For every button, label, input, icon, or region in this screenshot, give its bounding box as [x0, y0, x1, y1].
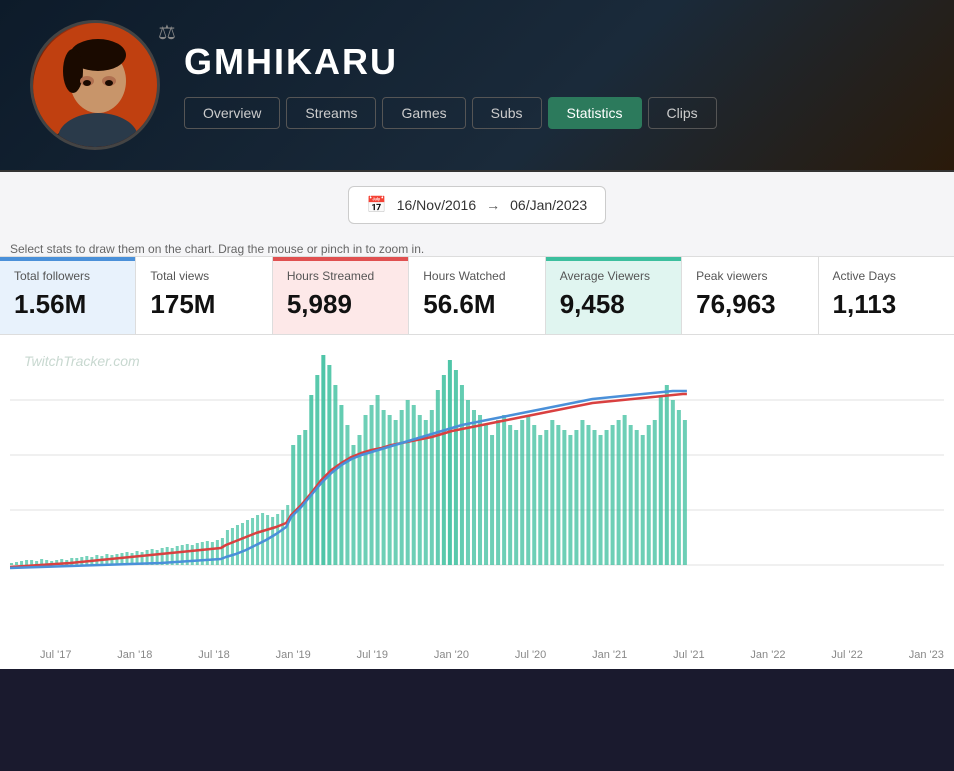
stat-value-hours-watched: 56.6M: [423, 289, 530, 320]
stat-hours-streamed[interactable]: Hours Streamed 5,989: [273, 257, 409, 334]
stat-peak-viewers[interactable]: Peak viewers 76,963: [682, 257, 818, 334]
stat-value-followers: 1.56M: [14, 289, 121, 320]
tab-games[interactable]: Games: [382, 97, 465, 129]
x-label-0: Jul '17: [40, 649, 71, 661]
channel-name: GMHIKARU: [184, 41, 717, 83]
x-label-8: Jul '21: [673, 649, 704, 661]
nav-tabs: Overview Streams Games Subs Statistics C…: [184, 97, 717, 129]
stat-value-views: 175M: [150, 289, 257, 320]
stat-total-followers[interactable]: Total followers 1.56M: [0, 257, 136, 334]
stat-value-hours-streamed: 5,989: [287, 289, 394, 320]
header: ⚖ GMHIKARU Overview Streams Games: [0, 0, 954, 172]
stat-hours-watched[interactable]: Hours Watched 56.6M: [409, 257, 545, 334]
date-start: 16/Nov/2016: [397, 197, 476, 213]
x-label-3: Jan '19: [276, 649, 311, 661]
stat-value-avg-viewers: 9,458: [560, 289, 667, 320]
x-label-7: Jan '21: [592, 649, 627, 661]
stat-label-active-days: Active Days: [833, 269, 940, 283]
x-label-10: Jul '22: [831, 649, 862, 661]
scale-icon: ⚖: [158, 20, 176, 45]
date-end: 06/Jan/2023: [510, 197, 587, 213]
tab-statistics[interactable]: Statistics: [548, 97, 642, 129]
stats-hint: Select stats to draw them on the chart. …: [0, 238, 954, 256]
chart-area: TwitchTracker.com: [0, 335, 954, 645]
stat-label-followers: Total followers: [14, 269, 121, 283]
hint-text: Select stats to draw them on the chart. …: [10, 242, 424, 256]
stat-value-active-days: 1,113: [833, 289, 940, 320]
stat-label-hours-streamed: Hours Streamed: [287, 269, 394, 283]
x-axis-labels: Jul '17 Jan '18 Jul '18 Jan '19 Jul '19 …: [0, 645, 954, 669]
x-label-1: Jan '18: [117, 649, 152, 661]
x-label-4: Jul '19: [357, 649, 388, 661]
stat-value-peak-viewers: 76,963: [696, 289, 803, 320]
stat-label-hours-watched: Hours Watched: [423, 269, 530, 283]
x-label-2: Jul '18: [198, 649, 229, 661]
stat-label-views: Total views: [150, 269, 257, 283]
stat-label-peak-viewers: Peak viewers: [696, 269, 803, 283]
stats-cards: Total followers 1.56M Total views 175M H…: [0, 256, 954, 335]
date-arrow: →: [486, 197, 500, 213]
tab-streams[interactable]: Streams: [286, 97, 376, 129]
calendar-icon: 📅: [367, 195, 387, 215]
date-picker[interactable]: 📅 16/Nov/2016 → 06/Jan/2023: [348, 186, 606, 224]
x-label-6: Jul '20: [515, 649, 546, 661]
stat-avg-viewers[interactable]: Average Viewers 9,458: [546, 257, 682, 334]
x-label-9: Jan '22: [750, 649, 785, 661]
tab-overview[interactable]: Overview: [184, 97, 280, 129]
avatar: [30, 20, 160, 150]
x-label-11: Jan '23: [909, 649, 944, 661]
stat-label-avg-viewers: Average Viewers: [560, 269, 667, 283]
date-section: 📅 16/Nov/2016 → 06/Jan/2023: [0, 172, 954, 238]
header-right: GMHIKARU Overview Streams Games Subs Sta…: [184, 41, 717, 129]
stat-active-days[interactable]: Active Days 1,113: [819, 257, 954, 334]
stat-total-views[interactable]: Total views 175M: [136, 257, 272, 334]
chart-svg: [10, 345, 944, 610]
tab-clips[interactable]: Clips: [648, 97, 717, 129]
x-label-5: Jan '20: [434, 649, 469, 661]
tab-subs[interactable]: Subs: [472, 97, 542, 129]
